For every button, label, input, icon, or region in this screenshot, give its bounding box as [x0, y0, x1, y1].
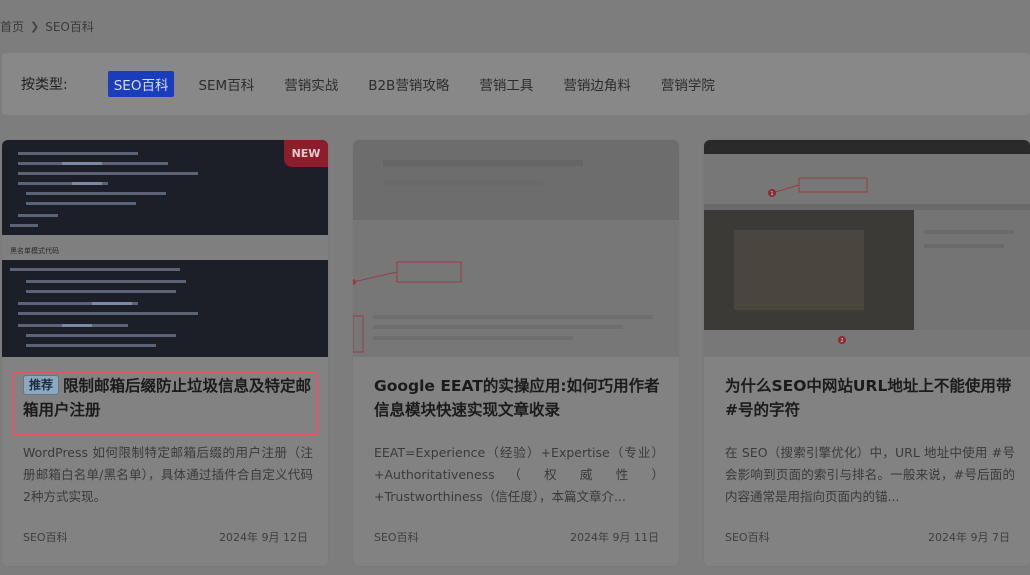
article-card[interactable]: 1 2 为什么SEO中网站URL地址上不能使用带#号的字符 在 SEO（搜索引擎…: [704, 140, 1030, 566]
article-card[interactable]: 黑名单模式代码 NEW 推荐 限制邮箱后缀防止垃圾信息及特定邮箱用户注册 Word…: [2, 140, 328, 566]
filter-tab-marketing-academy[interactable]: 营销学院: [655, 71, 721, 97]
svg-text:2: 2: [840, 338, 843, 344]
filter-tab-marketing-practice[interactable]: 营销实战: [278, 71, 344, 97]
article-card[interactable]: Google EEAT的实操应用:如何巧用作者信息模块快速实现文章收录 EEAT…: [353, 140, 679, 566]
filter-tab-marketing-tools[interactable]: 营销工具: [473, 71, 539, 97]
article-meta: SEO百科 2024年 9月 11日: [374, 529, 659, 545]
new-badge: NEW: [284, 140, 328, 167]
article-meta: SEO百科 2024年 9月 7日: [725, 529, 1010, 545]
svg-text:黑名单模式代码: 黑名单模式代码: [10, 246, 59, 255]
article-date: 2024年 9月 12日: [219, 531, 308, 544]
article-category[interactable]: SEO百科: [23, 529, 68, 545]
filter-tab-seo[interactable]: SEO百科: [107, 71, 175, 97]
article-category[interactable]: SEO百科: [374, 529, 419, 545]
article-category[interactable]: SEO百科: [725, 529, 770, 545]
article-thumbnail[interactable]: [353, 140, 679, 357]
article-title-text[interactable]: 限制邮箱后缀防止垃圾信息及特定邮箱用户注册: [23, 377, 311, 419]
article-date: 2024年 9月 7日: [928, 531, 1010, 544]
article-excerpt: WordPress 如何限制特定邮箱后缀的用户注册（注册邮箱白名单/黑名单），具…: [23, 445, 313, 504]
category-filter-bar: 按类型: SEO百科 SEM百科 营销实战 B2B营销攻略 营销工具 营销边角料…: [2, 53, 1030, 115]
video-screenshot-image: 1 2: [704, 140, 1030, 357]
breadcrumb: 首页 ❯ SEO百科: [0, 18, 94, 35]
filter-label: 按类型:: [21, 77, 68, 93]
breadcrumb-current: SEO百科: [45, 20, 94, 34]
article-thumbnail[interactable]: 1 2: [704, 140, 1030, 357]
article-meta: SEO百科 2024年 9月 12日: [23, 529, 308, 545]
article-title[interactable]: 推荐 限制邮箱后缀防止垃圾信息及特定邮箱用户注册: [23, 374, 313, 422]
article-excerpt: EEAT=Experience（经验）+Expertise（专业）+Author…: [374, 445, 664, 504]
svg-text:1: 1: [770, 191, 773, 197]
filter-tab-marketing-misc[interactable]: 营销边角料: [557, 71, 637, 97]
chevron-right-icon: ❯: [30, 20, 40, 33]
filter-tab-sem[interactable]: SEM百科: [192, 71, 260, 97]
article-date: 2024年 9月 11日: [570, 531, 659, 544]
article-excerpt: 在 SEO（搜索引擎优化）中，URL 地址中使用 #号会影响到页面的索引与排名。…: [725, 445, 1015, 504]
article-thumbnail[interactable]: 黑名单模式代码: [2, 140, 328, 357]
filter-tab-b2b[interactable]: B2B营销攻略: [362, 71, 455, 97]
article-title[interactable]: 为什么SEO中网站URL地址上不能使用带#号的字符: [725, 374, 1015, 422]
code-screenshot-image: 黑名单模式代码: [2, 140, 328, 357]
recommend-tag: 推荐: [23, 375, 60, 395]
breadcrumb-home[interactable]: 首页: [0, 18, 24, 35]
blurred-screenshot-image: [353, 140, 679, 357]
article-title[interactable]: Google EEAT的实操应用:如何巧用作者信息模块快速实现文章收录: [374, 374, 664, 422]
